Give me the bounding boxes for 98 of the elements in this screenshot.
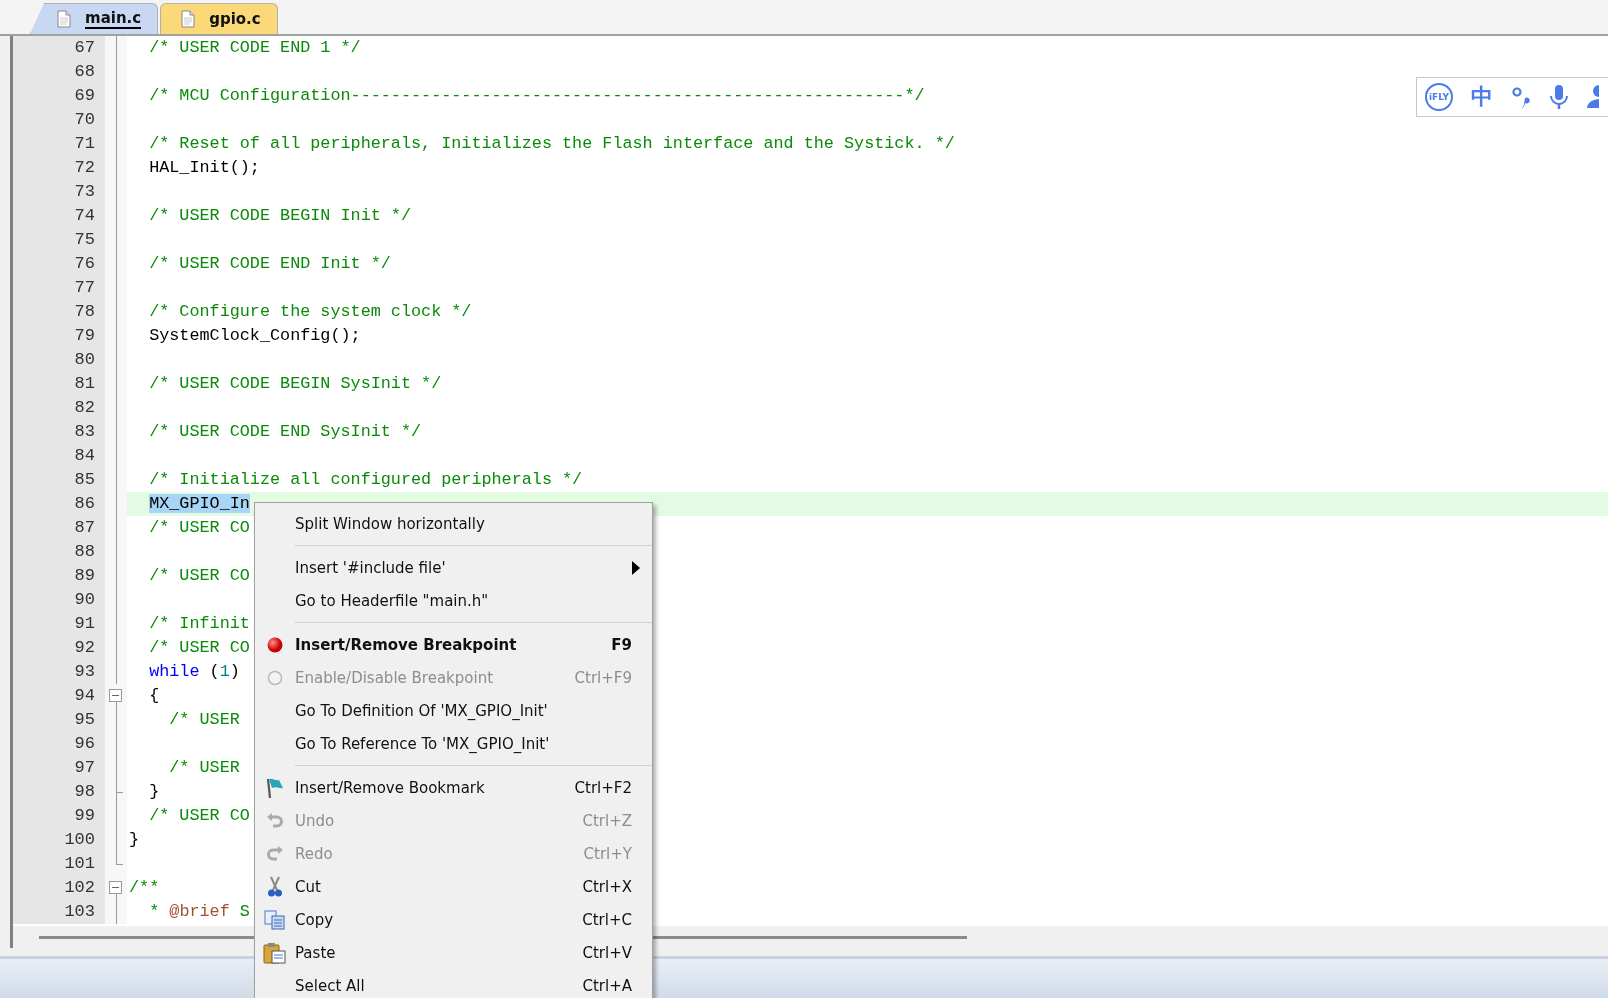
line-number: 96 (13, 732, 105, 756)
menu-item[interactable]: Go To Definition Of 'MX_GPIO_Init' (255, 694, 652, 727)
input-mode-toggle[interactable]: 中 (1471, 82, 1493, 112)
code-comment: /* USER CODE END Init */ (149, 254, 391, 273)
line-number: 70 (13, 108, 105, 132)
line-number: 97 (13, 756, 105, 780)
code-comment: /* Configure the system clock */ (149, 302, 472, 321)
document-icon (57, 10, 71, 28)
code-comment: /* USER CODE END 1 */ (149, 38, 361, 57)
line-number: 82 (13, 396, 105, 420)
code-comment: /* USER CO (149, 638, 250, 657)
code-comment: /* USER (169, 758, 240, 777)
menu-item[interactable]: Cut Ctrl+X (255, 870, 652, 903)
line-number: 94 (13, 684, 105, 708)
code-text: { (149, 686, 160, 705)
code-comment: /* USER CODE BEGIN Init */ (149, 206, 411, 225)
line-number: 93 (13, 660, 105, 684)
line-number: 69 (13, 84, 105, 108)
code-comment: /* USER (169, 710, 240, 729)
file-tab[interactable]: gpio.c (160, 3, 278, 34)
line-number: 101 (13, 852, 105, 876)
line-number: 98 (13, 780, 105, 804)
line-number: 67 (13, 36, 105, 60)
user-icon[interactable] (1587, 84, 1599, 110)
line-number: 72 (13, 156, 105, 180)
file-tab[interactable]: main.c (30, 3, 159, 34)
code-text: HAL_Init(); (149, 158, 260, 177)
line-number: 84 (13, 444, 105, 468)
code-comment: /* USER CO (149, 806, 250, 825)
line-number: 102 (13, 876, 105, 900)
flag-icon (265, 776, 285, 799)
menu-item[interactable]: Insert/Remove Bookmark Ctrl+F2 (255, 771, 652, 804)
code-comment: /* MCU Configuration-------------------------------------------------------*/ (149, 86, 925, 105)
breakpoint-icon (267, 636, 283, 653)
line-number: 88 (13, 540, 105, 564)
code-doc-tag: @brief (169, 902, 230, 921)
menu-item[interactable]: Select All Ctrl+A (255, 969, 652, 998)
fold-toggle[interactable] (109, 689, 122, 702)
code-comment: /* USER CODE END SysInit */ (149, 422, 422, 441)
menu-item[interactable]: Split Window horizontally (255, 507, 652, 540)
undo-icon (266, 811, 284, 830)
line-number: 100 (13, 828, 105, 852)
line-number: 103 (13, 900, 105, 924)
ifly-logo[interactable]: iFLY (1425, 83, 1453, 111)
code-comment: /** (129, 878, 160, 897)
code-comment: /* Infinit (149, 614, 250, 633)
menu-item[interactable]: Paste Ctrl+V (255, 936, 652, 969)
microphone-icon[interactable] (1549, 84, 1569, 110)
circle-icon (267, 669, 283, 686)
code-comment: S (239, 902, 250, 921)
scissors-icon (267, 875, 283, 898)
line-number: 74 (13, 204, 105, 228)
code-text: SystemClock_Config(); (149, 326, 361, 345)
line-number: 78 (13, 300, 105, 324)
selected-code: MX_GPIO_In (149, 494, 250, 513)
submenu-arrow-icon (632, 561, 640, 575)
code-text: ) (229, 662, 240, 681)
code-text: } (149, 782, 160, 801)
menu-item[interactable]: Go to Headerfile "main.h" (255, 584, 652, 617)
line-number: 71 (13, 132, 105, 156)
redo-icon (266, 844, 284, 863)
code-keyword: while (149, 662, 200, 681)
code-comment: /* Initialize all configured peripherals */ (149, 470, 583, 489)
line-number: 92 (13, 636, 105, 660)
code-comment: /* USER CO (149, 566, 250, 585)
line-number: 86 (13, 492, 105, 516)
menu-item[interactable]: Insert '#include file' (255, 551, 652, 584)
line-number: 91 (13, 612, 105, 636)
line-number: 75 (13, 228, 105, 252)
line-number: 79 (13, 324, 105, 348)
menu-item[interactable]: Copy Ctrl+C (255, 903, 652, 936)
code-number: 1 (219, 662, 230, 681)
line-number: 81 (13, 372, 105, 396)
menu-item[interactable]: Insert/Remove Breakpoint F9 (255, 628, 652, 661)
line-number: 77 (13, 276, 105, 300)
line-number: 83 (13, 420, 105, 444)
menu-item[interactable]: Go To Reference To 'MX_GPIO_Init' (255, 727, 652, 760)
code-comment: * (149, 902, 161, 921)
code-comment: /* USER CODE BEGIN SysInit */ (149, 374, 442, 393)
line-number: 85 (13, 468, 105, 492)
line-number: 99 (13, 804, 105, 828)
code-text: } (129, 830, 140, 849)
line-number: 73 (13, 180, 105, 204)
line-number: 95 (13, 708, 105, 732)
line-number: 76 (13, 252, 105, 276)
code-comment: /* Reset of all peripherals, Initializes the Flash interface and the Systick. */ (149, 134, 955, 153)
line-number: 90 (13, 588, 105, 612)
code-text: ( (209, 662, 220, 681)
code-comment: /* USER CO (149, 518, 250, 537)
document-icon (181, 10, 196, 28)
line-number: 80 (13, 348, 105, 372)
copy-icon (264, 909, 286, 930)
paste-icon (263, 941, 287, 964)
line-number: 87 (13, 516, 105, 540)
fold-toggle[interactable] (109, 881, 122, 894)
punctuation-icon[interactable] (1511, 85, 1531, 109)
line-number: 68 (13, 60, 105, 84)
line-number: 89 (13, 564, 105, 588)
